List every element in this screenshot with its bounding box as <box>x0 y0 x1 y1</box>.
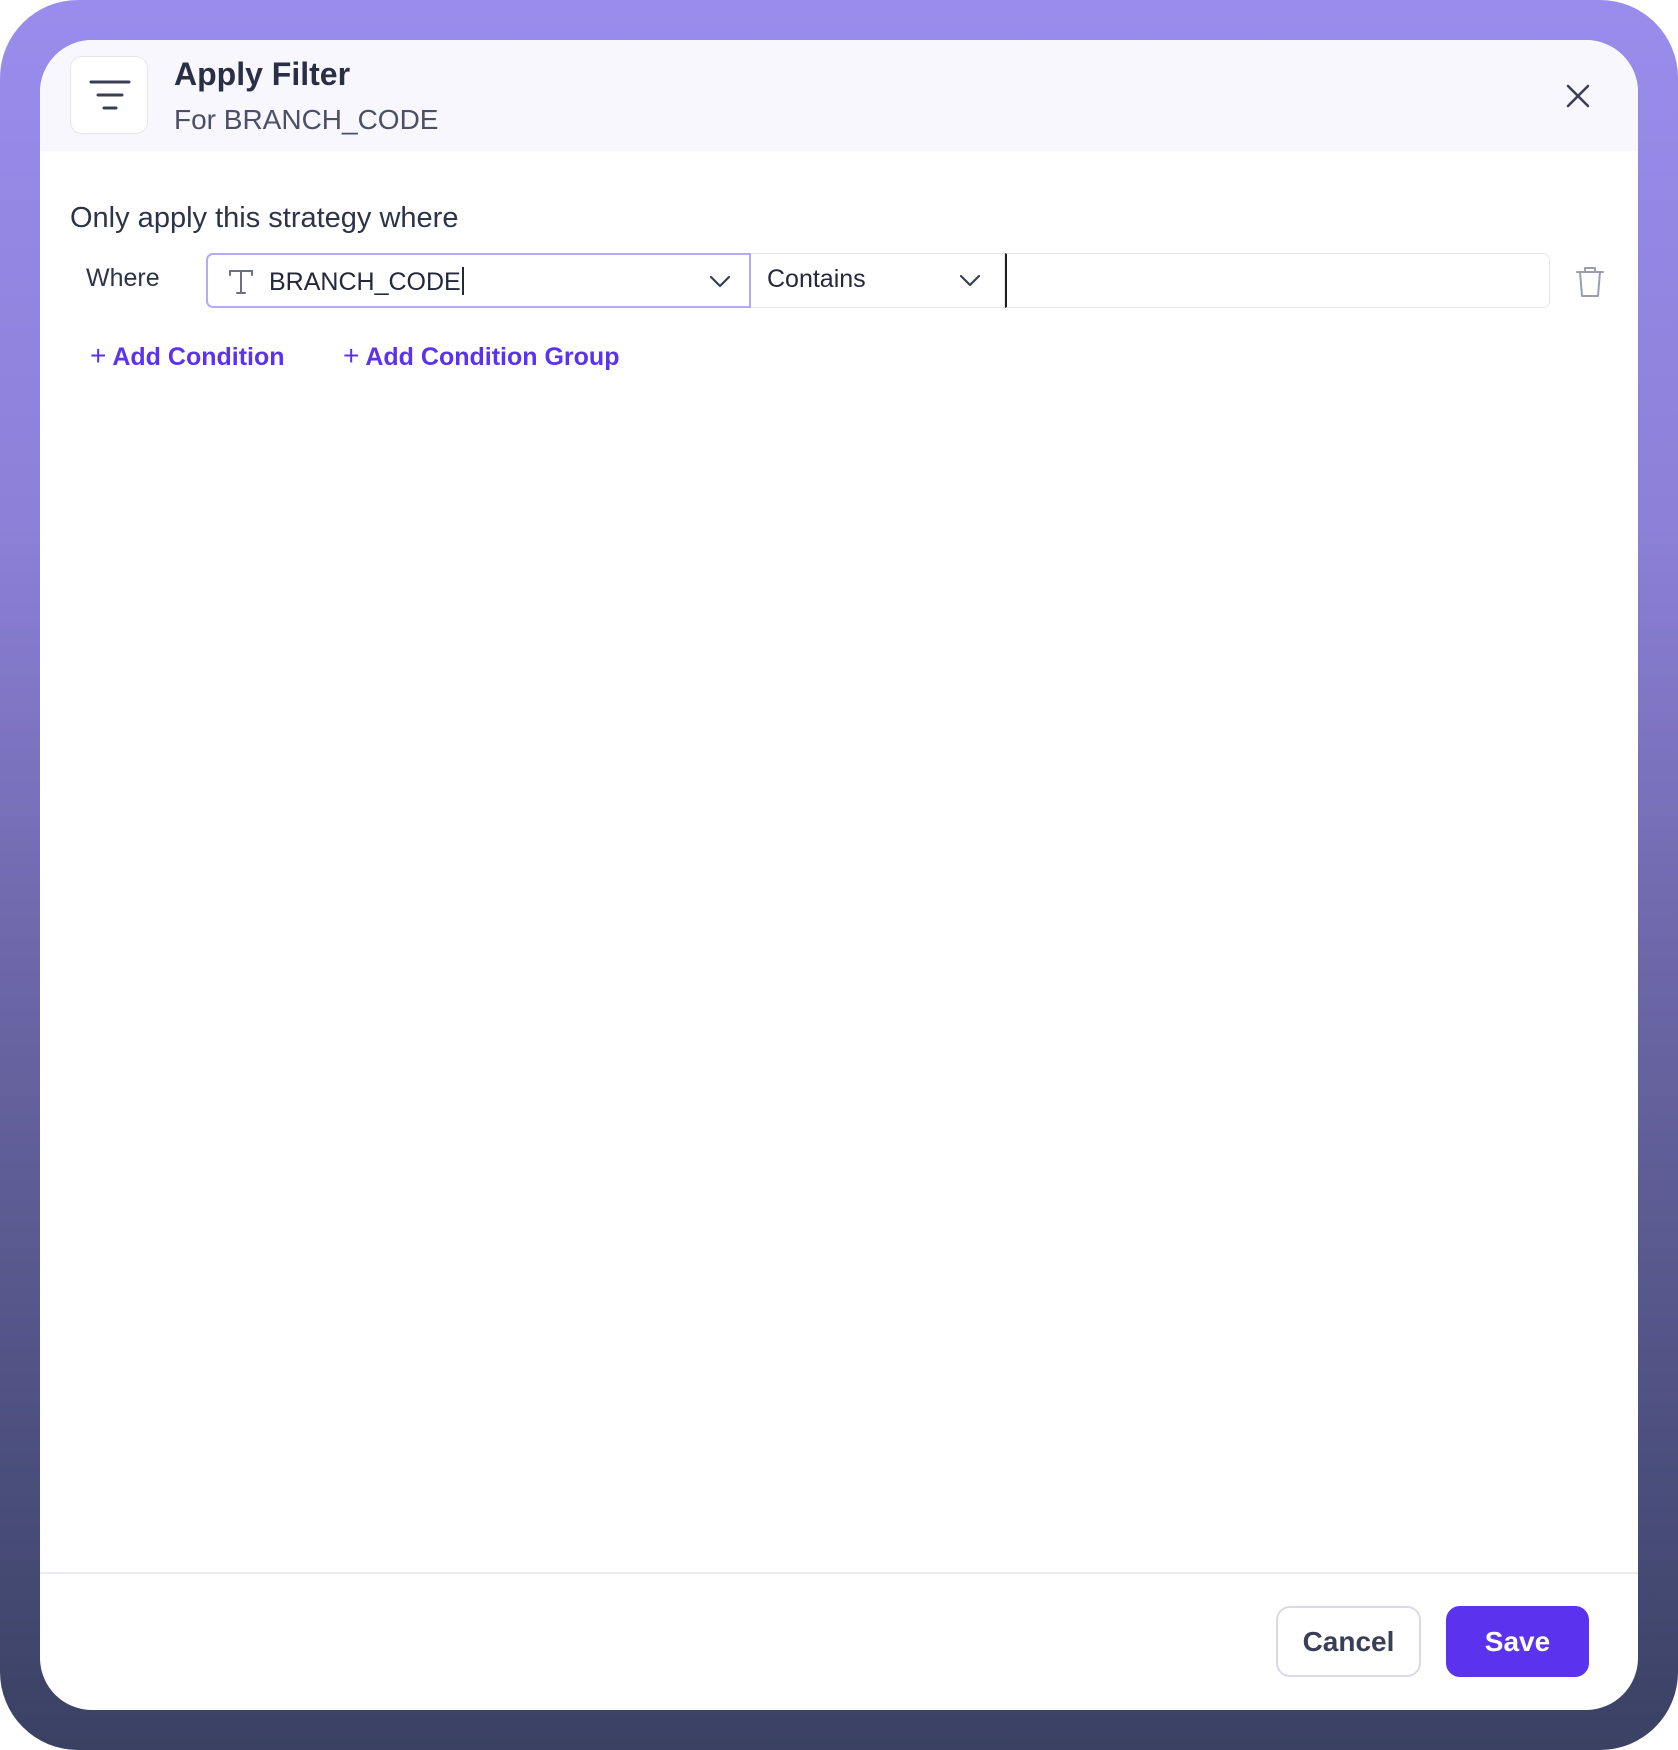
delete-condition-button[interactable] <box>1570 262 1610 302</box>
save-button[interactable]: Save <box>1446 1606 1589 1677</box>
plus-icon: + <box>343 340 360 371</box>
chevron-down-icon <box>709 275 731 288</box>
field-value: BRANCH_CODE <box>269 268 461 296</box>
operator-select[interactable]: Contains <box>751 253 1005 308</box>
chevron-down-icon <box>959 274 981 287</box>
plus-icon: + <box>90 340 107 371</box>
apply-filter-dialog: Apply Filter For BRANCH_CODE Only apply … <box>40 40 1638 1710</box>
trash-icon <box>1576 267 1604 297</box>
close-icon <box>1566 84 1590 108</box>
add-condition-group-button[interactable]: + Add Condition Group <box>343 340 619 372</box>
add-condition-group-label: Add Condition Group <box>365 343 620 371</box>
section-label: Only apply this strategy where <box>70 202 459 234</box>
close-button[interactable] <box>1560 78 1596 114</box>
where-label: Where <box>86 264 160 292</box>
cancel-button[interactable]: Cancel <box>1276 1606 1421 1677</box>
filter-icon-container <box>70 56 148 134</box>
text-cursor <box>461 267 464 295</box>
condition-row: BRANCH_CODE Contains <box>206 253 1590 308</box>
add-condition-label: Add Condition <box>112 343 285 371</box>
dialog-header: Apply Filter For BRANCH_CODE <box>40 40 1638 151</box>
device-frame: Apply Filter For BRANCH_CODE Only apply … <box>0 0 1678 1750</box>
add-condition-button[interactable]: + Add Condition <box>90 340 285 372</box>
field-value-wrap: BRANCH_CODE <box>269 267 464 297</box>
text-type-icon <box>229 270 253 294</box>
field-select[interactable]: BRANCH_CODE <box>206 253 751 308</box>
dialog-title: Apply Filter <box>174 56 351 92</box>
condition-value-input[interactable] <box>1005 253 1550 308</box>
dialog-subtitle: For BRANCH_CODE <box>174 104 439 135</box>
filter-lines-icon <box>89 80 131 110</box>
footer-divider <box>40 1572 1638 1574</box>
operator-value: Contains <box>767 265 866 293</box>
